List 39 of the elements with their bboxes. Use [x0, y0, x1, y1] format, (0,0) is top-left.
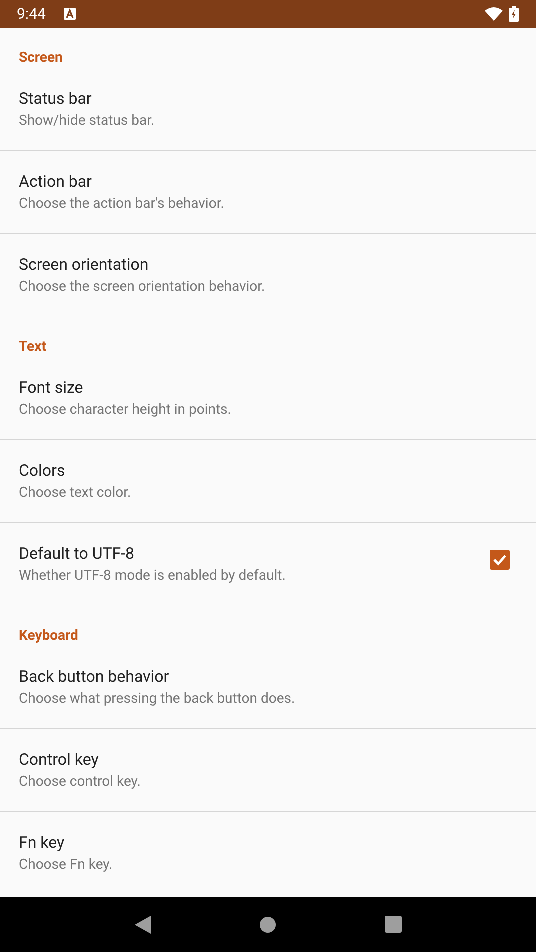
settings-item[interactable]: Status bar Show/hide status bar. — [0, 68, 536, 151]
item-title: Fn key — [19, 832, 65, 854]
back-icon[interactable] — [134, 916, 150, 934]
notification-icon — [64, 8, 76, 20]
settings-item[interactable]: Font size Choose character height in points. — [0, 357, 536, 440]
section-header: Text — [19, 338, 46, 357]
settings-item[interactable]: Screen orientation Choose the screen orientation behavior. — [0, 234, 536, 317]
item-title: Status bar — [19, 88, 92, 110]
item-subtitle: Choose the action bar's behavior. — [19, 195, 224, 214]
home-icon[interactable] — [260, 916, 276, 932]
item-subtitle: Choose Fn key. — [19, 856, 113, 875]
item-subtitle: Choose the screen orientation behavior. — [19, 278, 266, 297]
battery-icon — [509, 6, 519, 22]
settings-item[interactable]: Action bar Choose the action bar's behavior. — [0, 151, 536, 234]
item-subtitle: Choose control key. — [19, 773, 141, 792]
check-icon — [493, 554, 507, 566]
item-subtitle: Show/hide status bar. — [19, 112, 155, 131]
item-subtitle: Whether UTF-8 mode is enabled by default. — [19, 567, 286, 586]
item-subtitle: Choose text color. — [19, 484, 132, 503]
section-header: Keyboard — [19, 627, 78, 646]
settings-item[interactable]: Colors Choose text color. — [0, 440, 536, 523]
settings-item[interactable]: Fn key Choose Fn key. — [0, 812, 536, 895]
checkbox[interactable] — [490, 550, 510, 570]
item-title: Back button behavior — [19, 666, 170, 688]
wifi-icon — [485, 7, 503, 21]
item-title: Font size — [19, 377, 84, 399]
item-title: Colors — [19, 460, 66, 482]
recents-icon[interactable] — [384, 916, 402, 933]
item-title: Default to UTF-8 — [19, 543, 135, 565]
item-title: Action bar — [19, 171, 92, 193]
settings-item[interactable]: Default to UTF-8 Whether UTF-8 mode is enabled by default. — [0, 523, 536, 606]
settings-item[interactable]: Control key Choose control key. — [0, 729, 536, 812]
section-header: Screen — [19, 49, 63, 68]
settings-item[interactable]: Back button behavior Choose what pressing the back button does. — [0, 646, 536, 729]
item-title: Screen orientation — [19, 254, 149, 276]
item-subtitle: Choose what pressing the back button does. — [19, 690, 296, 709]
item-title: Control key — [19, 749, 99, 771]
item-subtitle: Choose character height in points. — [19, 401, 232, 420]
status-time: 9:44 — [17, 4, 46, 25]
